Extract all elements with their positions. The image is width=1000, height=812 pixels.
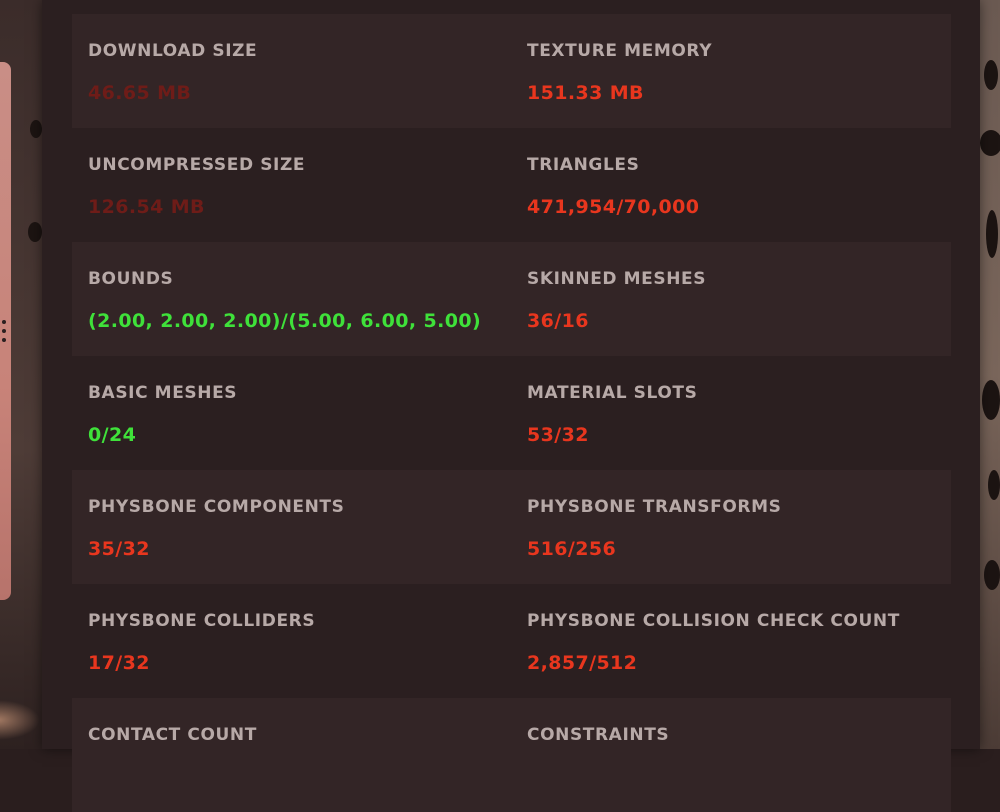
stat-label: SKINNED MESHES — [527, 269, 707, 289]
stat-value: 35/32 — [88, 538, 150, 560]
stat-item: PHYSBONE COLLIDERS 17/32 — [72, 584, 511, 698]
stat-item: PHYSBONE TRANSFORMS 516/256 — [511, 470, 950, 584]
drag-handle-icon[interactable] — [0, 320, 8, 342]
stat-label: BASIC MESHES — [88, 383, 238, 403]
stat-value: 126.54 MB — [88, 196, 205, 218]
stat-value: 2,857/512 — [527, 652, 638, 674]
stat-item: MATERIAL SLOTS 53/32 — [511, 356, 950, 470]
stat-item: BASIC MESHES 0/24 — [72, 356, 511, 470]
stat-label: PHYSBONE COLLISION CHECK COUNT — [527, 611, 900, 631]
stat-item: PHYSBONE COMPONENTS 35/32 — [72, 470, 511, 584]
stat-label: CONSTRAINTS — [527, 725, 670, 745]
stats-row: BASIC MESHES 0/24 MATERIAL SLOTS 53/32 — [72, 356, 951, 470]
stat-value: (2.00, 2.00, 2.00)/(5.00, 6.00, 5.00) — [88, 310, 482, 332]
stats-row: UNCOMPRESSED SIZE 126.54 MB TRIANGLES 471,9… — [72, 128, 951, 242]
stats-row: BOUNDS (2.00, 2.00, 2.00)/(5.00, 6.00, 5.… — [72, 242, 951, 356]
stat-label: PHYSBONE TRANSFORMS — [527, 497, 782, 517]
stat-value: 471,954/70,000 — [527, 196, 700, 218]
light-glow — [0, 700, 40, 740]
stat-value: 36/16 — [527, 310, 589, 332]
stat-label: PHYSBONE COMPONENTS — [88, 497, 345, 517]
stat-item: UNCOMPRESSED SIZE 126.54 MB — [72, 128, 511, 242]
stat-item: SKINNED MESHES 36/16 — [511, 242, 950, 356]
stat-value: 53/32 — [527, 424, 589, 446]
stat-label: TEXTURE MEMORY — [527, 41, 713, 61]
stat-value: 0/24 — [88, 424, 137, 446]
stat-item: BOUNDS (2.00, 2.00, 2.00)/(5.00, 6.00, 5.… — [72, 242, 511, 356]
right-background-strip — [980, 0, 1000, 749]
stats-row: DOWNLOAD SIZE 46.65 MB TEXTURE MEMORY 151.3… — [72, 14, 951, 128]
stat-item: TEXTURE MEMORY 151.33 MB — [511, 14, 950, 128]
stat-label: DOWNLOAD SIZE — [88, 41, 258, 61]
stat-item: CONTACT COUNT — [72, 698, 511, 812]
stat-label: BOUNDS — [88, 269, 174, 289]
stats-row: CONTACT COUNT CONSTRAINTS — [72, 698, 951, 812]
stat-item: TRIANGLES 471,954/70,000 — [511, 128, 950, 242]
stat-value: 17/32 — [88, 652, 150, 674]
stats-row: PHYSBONE COMPONENTS 35/32 PHYSBONE TRANSFO… — [72, 470, 951, 584]
stat-label: MATERIAL SLOTS — [527, 383, 698, 403]
stat-label: TRIANGLES — [527, 155, 640, 175]
stat-value: 516/256 — [527, 538, 617, 560]
stat-value: 46.65 MB — [88, 82, 192, 104]
stats-row: PHYSBONE COLLIDERS 17/32 PHYSBONE COLLISIO… — [72, 584, 951, 698]
stat-item: PHYSBONE COLLISION CHECK COUNT 2,857/512 — [511, 584, 950, 698]
stat-label: CONTACT COUNT — [88, 725, 257, 745]
performance-stats-list: DOWNLOAD SIZE 46.65 MB TEXTURE MEMORY 151.3… — [72, 14, 951, 812]
stat-value: 151.33 MB — [527, 82, 644, 104]
stat-label: PHYSBONE COLLIDERS — [88, 611, 316, 631]
stat-item: DOWNLOAD SIZE 46.65 MB — [72, 14, 511, 128]
stat-label: UNCOMPRESSED SIZE — [88, 155, 306, 175]
stat-item: CONSTRAINTS — [511, 698, 950, 812]
